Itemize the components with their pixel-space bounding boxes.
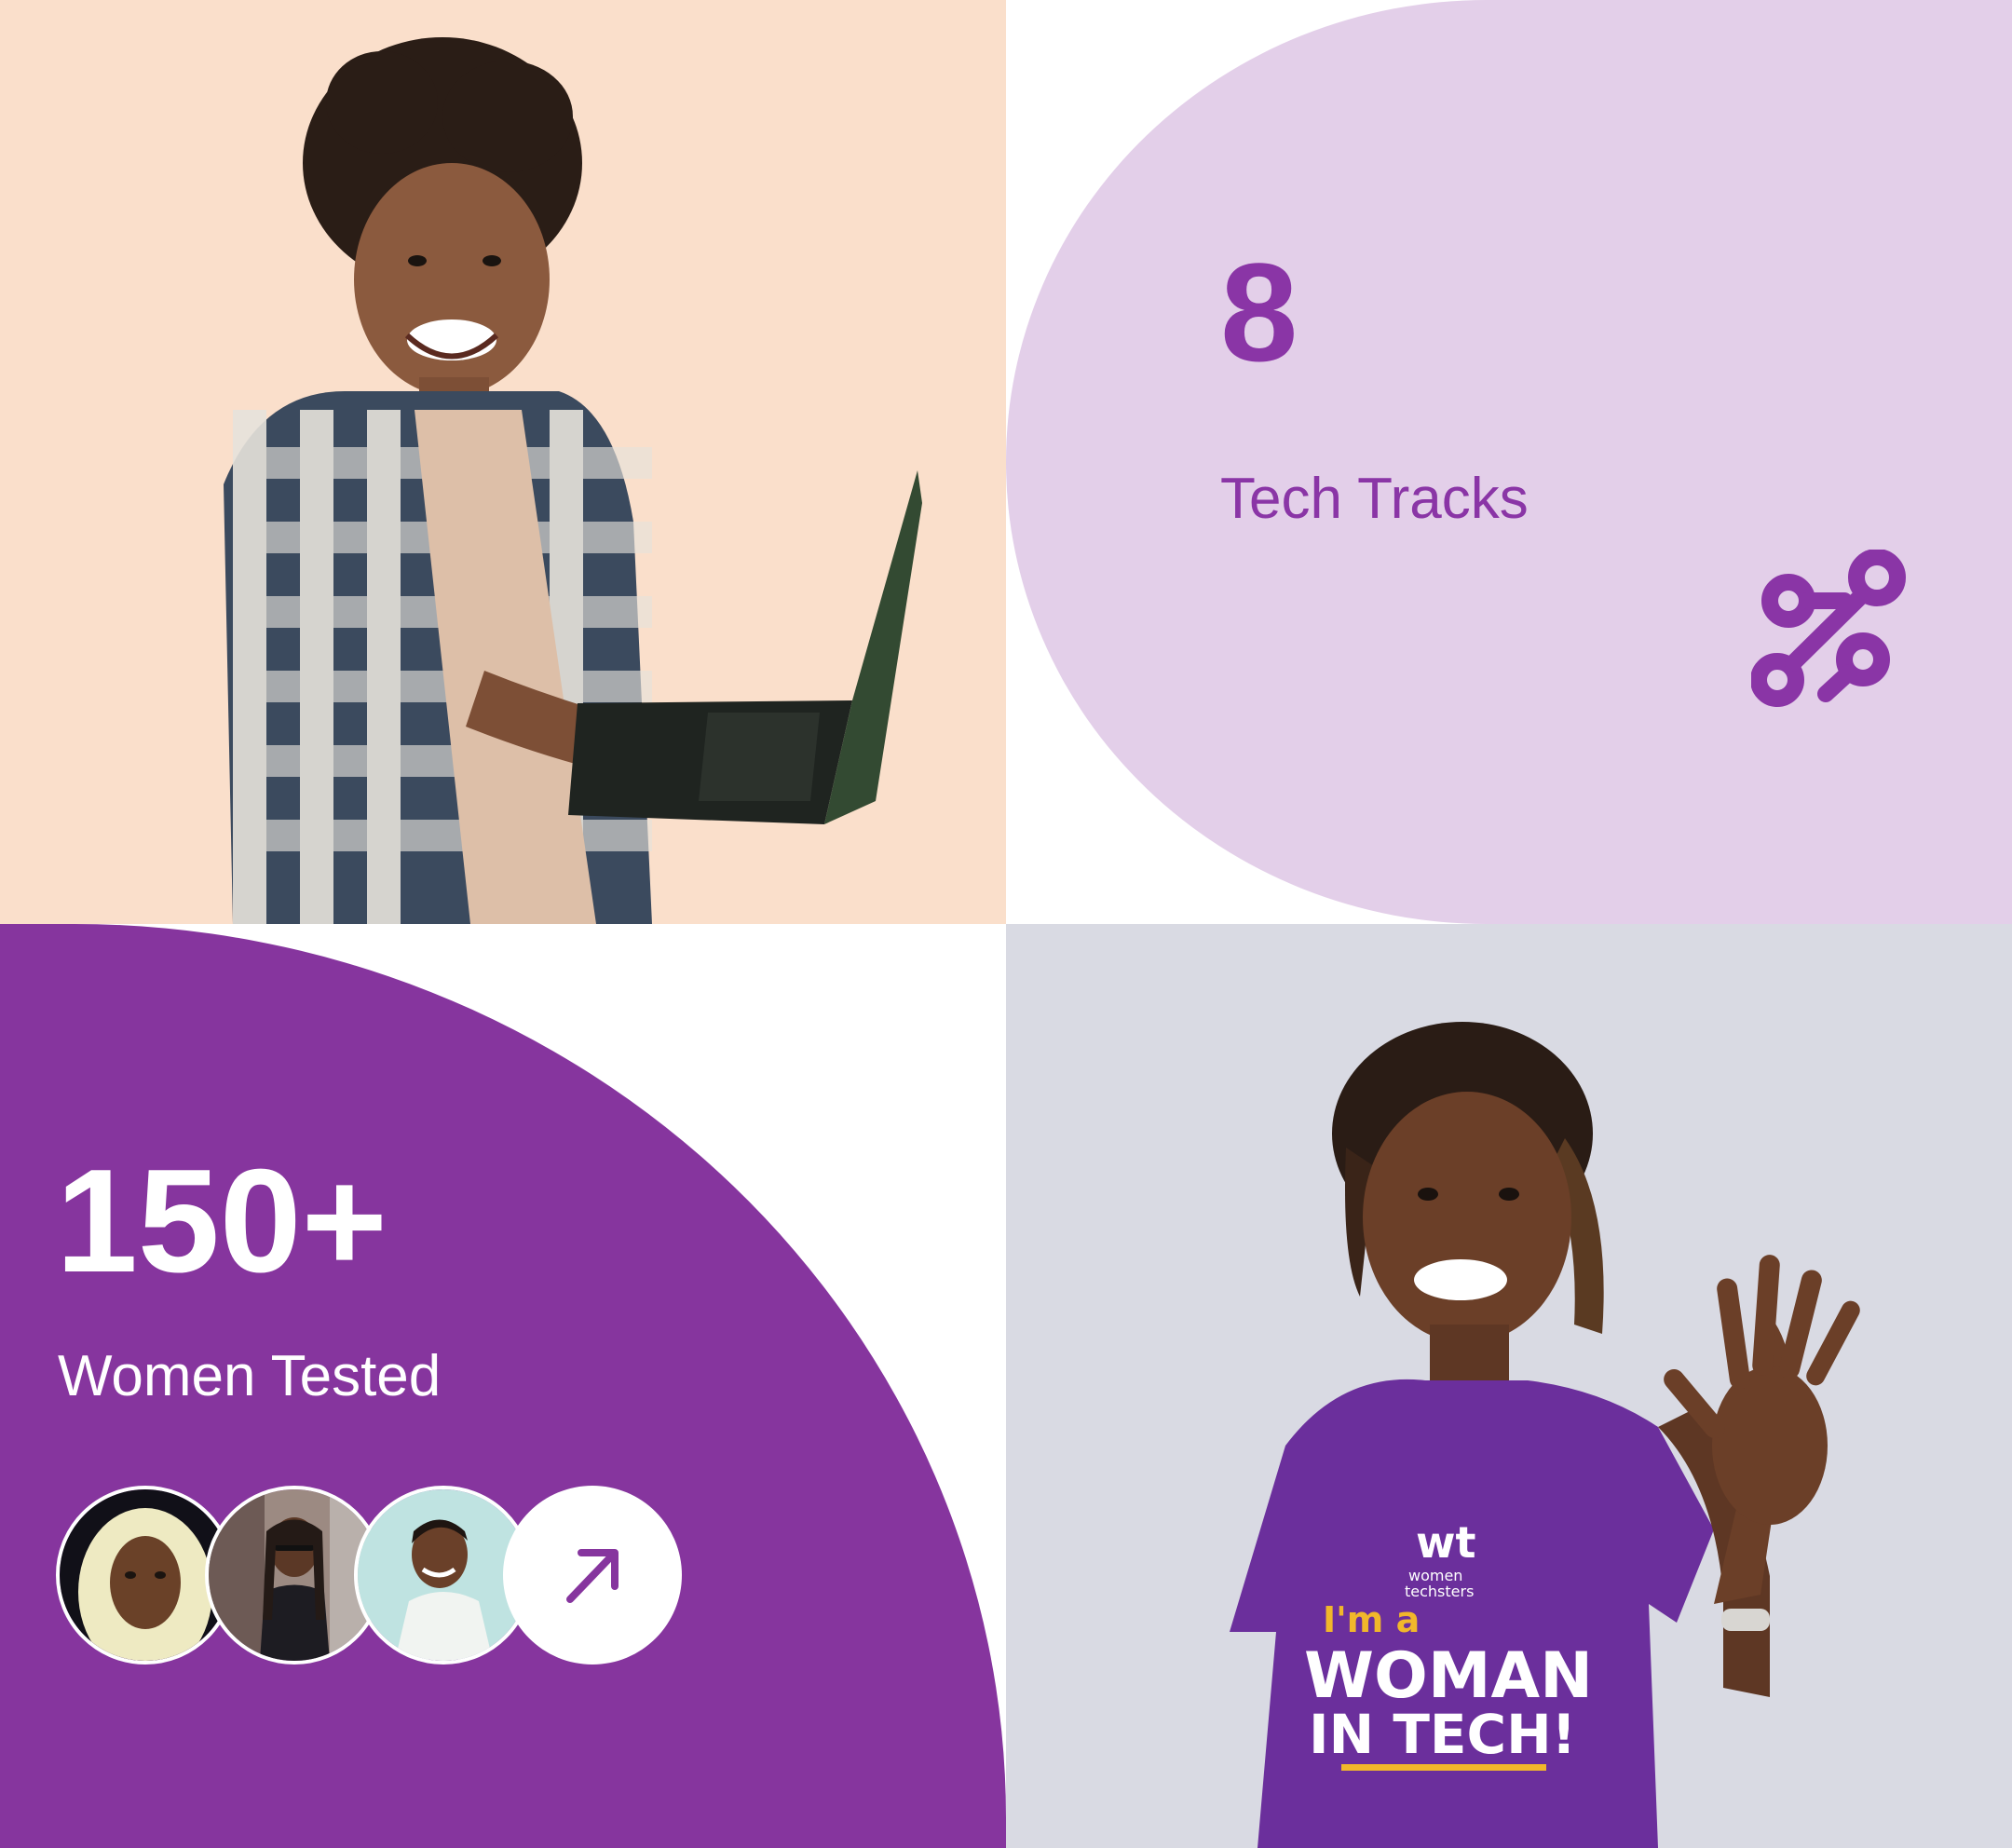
woman-with-laptop-photo: [224, 37, 922, 924]
card-background: [1006, 0, 2012, 924]
svg-text:IN TECH!: IN TECH!: [1309, 1703, 1576, 1766]
photo-panel-laptop: [0, 0, 1006, 924]
stat-label: Women Tested: [58, 1344, 442, 1408]
svg-text:techsters: techsters: [1405, 1583, 1474, 1600]
stat-card-tech-tracks: 8 Tech Tracks: [1006, 0, 2012, 924]
avatar-group: [56, 1486, 689, 1665]
view-more-button[interactable]: [503, 1486, 682, 1665]
stat-label: Tech Tracks: [1220, 467, 1529, 531]
woman-waving-photo: wt women techsters I'm a WOMAN IN TECH!: [1230, 1022, 1860, 1848]
arrow-up-right-icon: [566, 1549, 619, 1603]
git-branch-icon: [1751, 550, 1906, 707]
svg-text:I'm a: I'm a: [1323, 1599, 1420, 1640]
stat-value: 150+: [56, 1139, 387, 1303]
stat-value: 8: [1220, 234, 1298, 390]
svg-text:wt: wt: [1416, 1517, 1476, 1568]
photo-panel-waving: wt women techsters I'm a WOMAN IN TECH!: [1006, 924, 2012, 1848]
stat-card-women-tested: 150+ Women Tested: [0, 924, 1006, 1848]
